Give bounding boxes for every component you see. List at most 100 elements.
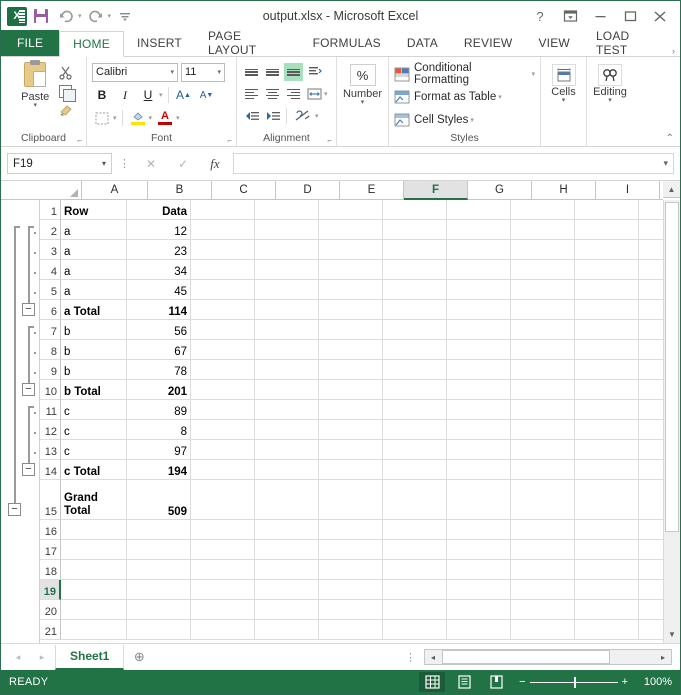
wrap-text-dropdown-arrow[interactable]: ▾ [315,112,319,120]
wrap-text-button[interactable] [291,107,315,125]
cell-G8[interactable] [447,340,511,360]
cell-E7[interactable] [319,320,383,340]
cell-B15[interactable]: 509 [127,480,191,520]
cell-G20[interactable] [447,600,511,620]
cell-I18[interactable] [575,560,639,580]
cell-I13[interactable] [575,440,639,460]
editing-dropdown-arrow[interactable]: ▾ [608,98,612,104]
cell-A19[interactable] [61,580,127,600]
cell-C1[interactable] [191,200,255,220]
normal-view-button[interactable] [419,672,445,692]
underline-dropdown-arrow[interactable]: ▾ [159,91,163,99]
cell-I1[interactable] [575,200,639,220]
cell-F3[interactable] [383,240,447,260]
cell-C20[interactable] [191,600,255,620]
conditional-formatting-arrow[interactable]: ▾ [531,70,535,78]
cell-I11[interactable] [575,400,639,420]
row-header-14[interactable]: 14 [40,460,61,480]
underline-button[interactable]: U [138,86,158,105]
cell-E21[interactable] [319,620,383,640]
cell-C16[interactable] [191,520,255,540]
cell-D7[interactable] [255,320,319,340]
row-header-13[interactable]: 13 [40,440,61,460]
cell-B5[interactable]: 45 [127,280,191,300]
bottom-align-button[interactable] [284,63,303,81]
cell-A18[interactable] [61,560,127,580]
cell-H19[interactable] [511,580,575,600]
cell-C13[interactable] [191,440,255,460]
cell-G15[interactable] [447,480,511,520]
cell-F2[interactable] [383,220,447,240]
scroll-left-button[interactable]: ◂ [425,650,441,664]
cell-D16[interactable] [255,520,319,540]
cell-E14[interactable] [319,460,383,480]
scroll-up-button[interactable]: ▲ [663,181,680,198]
column-header-a[interactable]: A [82,181,148,200]
font-color-button[interactable]: A [155,109,175,128]
cell-G3[interactable] [447,240,511,260]
tab-home[interactable]: HOME [59,31,124,57]
cell-G19[interactable] [447,580,511,600]
format-painter-button[interactable] [59,102,76,119]
cell-A20[interactable] [61,600,127,620]
cell-E3[interactable] [319,240,383,260]
cell-I6[interactable] [575,300,639,320]
more-tabs-arrow[interactable]: › [672,46,680,56]
cell-D19[interactable] [255,580,319,600]
cell-C21[interactable] [191,620,255,640]
tab-data[interactable]: DATA [394,30,451,56]
cell-F13[interactable] [383,440,447,460]
cell-H16[interactable] [511,520,575,540]
cell-I15[interactable] [575,480,639,520]
cell-C6[interactable] [191,300,255,320]
cell-H9[interactable] [511,360,575,380]
cell-F10[interactable] [383,380,447,400]
zoom-slider-knob[interactable] [574,677,576,688]
cell-I2[interactable] [575,220,639,240]
cell-B11[interactable]: 89 [127,400,191,420]
vertical-scrollbar[interactable]: ▼ [663,200,680,643]
cell-B7[interactable]: 56 [127,320,191,340]
tab-view[interactable]: VIEW [525,30,582,56]
cell-C12[interactable] [191,420,255,440]
number-format-dropdown-arrow[interactable]: ▾ [361,100,365,106]
cell-D10[interactable] [255,380,319,400]
cell-B9[interactable]: 78 [127,360,191,380]
cell-G7[interactable] [447,320,511,340]
cell-E1[interactable] [319,200,383,220]
cell-B12[interactable]: 8 [127,420,191,440]
cell-H6[interactable] [511,300,575,320]
cell-B13[interactable]: 97 [127,440,191,460]
ribbon-display-options-button[interactable] [556,4,584,28]
cell-A9[interactable]: b [61,360,127,380]
cell-G14[interactable] [447,460,511,480]
font-size-select[interactable]: 11 ▾ [181,63,225,82]
close-button[interactable] [646,4,674,28]
add-sheet-button[interactable]: ⊕ [126,647,152,667]
cell-I9[interactable] [575,360,639,380]
cell-G4[interactable] [447,260,511,280]
row-header-3[interactable]: 3 [40,240,61,260]
align-right-button[interactable] [284,85,303,103]
cell-A2[interactable]: a [61,220,127,240]
cell-E15[interactable] [319,480,383,520]
cell-C4[interactable] [191,260,255,280]
cell-H14[interactable] [511,460,575,480]
row-header-1[interactable]: 1 [40,200,61,220]
cell-H4[interactable] [511,260,575,280]
cell-H12[interactable] [511,420,575,440]
percent-style-button[interactable]: % [350,64,376,86]
column-header-d[interactable]: D [276,181,340,200]
paste-dropdown-arrow[interactable]: ▾ [33,103,37,109]
cell-B21[interactable] [127,620,191,640]
tab-review[interactable]: REVIEW [451,30,526,56]
minimize-button[interactable] [586,4,614,28]
cell-C17[interactable] [191,540,255,560]
cell-B14[interactable]: 194 [127,460,191,480]
cell-A12[interactable]: c [61,420,127,440]
cell-E18[interactable] [319,560,383,580]
name-box[interactable]: F19 ▾ [7,153,112,174]
tab-formulas[interactable]: FORMULAS [300,30,394,56]
select-all-button[interactable] [61,181,82,200]
page-break-view-button[interactable] [483,672,509,692]
